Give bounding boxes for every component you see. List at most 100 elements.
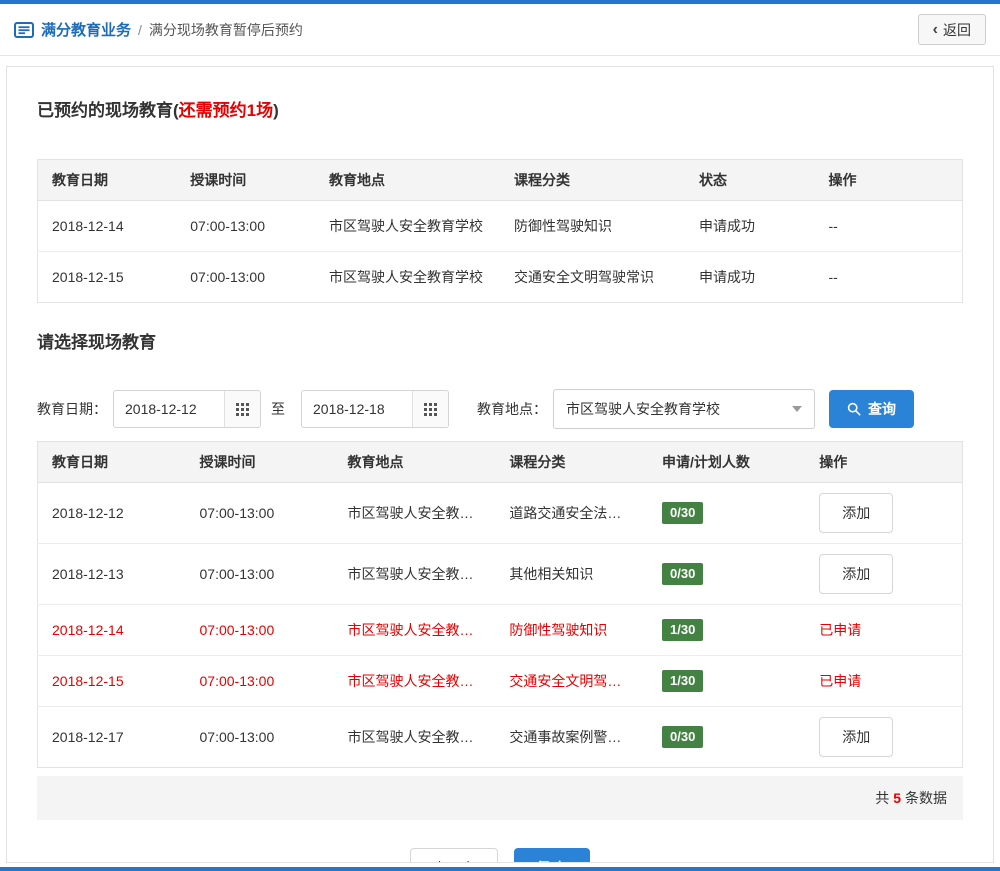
column-header-action: 操作 [814,159,963,201]
booked-education-table: 教育日期 授课时间 教育地点 课程分类 状态 操作 2018-12-14 07:… [37,159,963,303]
education-date-cell: 2018-12-15 [37,655,186,707]
save-button[interactable]: 保 存 [514,848,590,862]
date-to-input[interactable] [302,391,412,427]
summary-count: 5 [893,790,901,806]
course-category-cell: 防御性驾驶知识 [500,200,685,252]
calendar-picker-icon[interactable] [412,391,448,427]
capacity-badge: 1/30 [662,670,704,692]
capacity-cell: 0/30 [648,706,806,768]
applied-status-text: 已申请 [819,673,862,689]
course-category-cell: 其他相关知识 [495,543,648,605]
education-date-cell: 2018-12-14 [37,604,186,656]
date-from-input[interactable] [114,391,224,427]
chevron-down-icon [792,406,802,412]
column-header-status: 状态 [685,159,815,201]
course-category-cell: 交通安全文明驾驶常识 [500,251,685,303]
column-header-class-time: 授课时间 [176,159,315,201]
action-cell: 添加 [805,706,963,768]
table-header-row: 教育日期 授课时间 教育地点 课程分类 申请/计划人数 操作 [37,441,963,483]
range-separator: 至 [271,401,285,417]
add-button[interactable]: 添加 [819,554,894,594]
status-cell: 申请成功 [685,200,815,252]
capacity-cell: 0/30 [648,543,806,605]
breadcrumb: 满分教育业务 / 满分现场教育暂停后预约 [14,19,303,40]
class-time-cell: 07:00-13:00 [185,655,334,707]
header: 满分教育业务 / 满分现场教育暂停后预约 ‹ 返回 [0,4,1000,56]
applied-status-text: 已申请 [819,622,862,638]
education-date-cell: 2018-12-13 [37,543,186,605]
capacity-badge: 0/30 [662,502,704,524]
location-cell: 市区驾驶人安全教育学校 [315,200,500,252]
column-header-action: 操作 [805,441,963,483]
column-header-education-date: 教育日期 [37,159,177,201]
column-header-course-category: 课程分类 [495,441,648,483]
action-cell: -- [814,251,963,303]
capacity-badge: 1/30 [662,619,704,641]
capacity-cell: 1/30 [648,655,806,707]
search-button-label: 查询 [868,401,896,417]
location-cell: 市区驾驶人安全教育... [333,655,496,707]
location-select-value: 市区驾驶人安全教育学校 [566,401,720,417]
select-section-title: 请选择现场教育 [37,333,156,352]
breadcrumb-current: 满分现场教育暂停后预约 [148,21,303,38]
bottom-accent-bar [0,867,1000,871]
education-date-cell: 2018-12-15 [37,251,177,303]
location-select[interactable]: 市区驾驶人安全教育学校 [553,389,815,429]
calendar-picker-icon[interactable] [224,391,260,427]
breadcrumb-root-link[interactable]: 满分教育业务 [41,19,131,40]
chevron-left-icon: ‹ [932,20,938,38]
table-header-row: 教育日期 授课时间 教育地点 课程分类 状态 操作 [37,159,963,201]
course-category-cell: 道路交通安全法律法规 [495,482,648,544]
booked-title-close: ) [273,101,279,120]
education-date-cell: 2018-12-17 [37,706,186,768]
location-cell: 市区驾驶人安全教育... [333,543,496,605]
column-header-capacity: 申请/计划人数 [648,441,806,483]
summary-suffix: 条数据 [905,790,947,806]
summary-prefix: 共 [875,790,890,806]
column-header-class-time: 授课时间 [185,441,334,483]
previous-step-button[interactable]: 上一步 [410,848,499,862]
location-cell: 市区驾驶人安全教育... [333,604,496,656]
search-icon [847,402,861,416]
capacity-badge: 0/30 [662,563,704,585]
action-cell: 已申请 [805,604,963,656]
location-cell: 市区驾驶人安全教育... [333,482,496,544]
column-header-education-date: 教育日期 [37,441,186,483]
table-row: 2018-12-12 07:00-13:00 市区驾驶人安全教育... 道路交通… [37,482,963,544]
capacity-badge: 0/30 [662,726,704,748]
table-row: 2018-12-14 07:00-13:00 市区驾驶人安全教育学校 防御性驾驶… [37,200,963,252]
booked-section-title: 已预约的现场教育(还需预约1场) [37,101,963,121]
education-date-cell: 2018-12-14 [37,200,177,252]
back-button[interactable]: ‹ 返回 [917,14,986,45]
course-category-cell: 防御性驾驶知识 [495,604,648,656]
education-date-cell: 2018-12-12 [37,482,186,544]
capacity-cell: 0/30 [648,482,806,544]
table-row: 2018-12-14 07:00-13:00 市区驾驶人安全教育... 防御性驾… [37,604,963,656]
action-cell: 添加 [805,543,963,605]
add-button[interactable]: 添加 [819,493,894,533]
course-category-cell: 交通事故案例警示教育 [495,706,648,768]
form-actions: 上一步 保 存 [37,848,963,862]
table-row: 2018-12-17 07:00-13:00 市区驾驶人安全教育... 交通事故… [37,706,963,768]
location-cell: 市区驾驶人安全教育... [333,706,496,768]
action-cell: 添加 [805,482,963,544]
add-button[interactable]: 添加 [819,717,894,757]
class-time-cell: 07:00-13:00 [176,200,315,252]
capacity-cell: 1/30 [648,604,806,656]
class-time-cell: 07:00-13:00 [185,543,334,605]
action-cell: -- [814,200,963,252]
column-header-location: 教育地点 [333,441,496,483]
class-time-cell: 07:00-13:00 [176,251,315,303]
status-cell: 申请成功 [685,251,815,303]
date-from-input-group [113,390,261,428]
location-cell: 市区驾驶人安全教育学校 [315,251,500,303]
search-button[interactable]: 查询 [829,390,914,428]
breadcrumb-separator: / [138,21,142,38]
date-range-label: 教育日期： [37,401,107,417]
class-time-cell: 07:00-13:00 [185,706,334,768]
table-row: 2018-12-13 07:00-13:00 市区驾驶人安全教育... 其他相关… [37,543,963,605]
date-to-input-group [301,390,449,428]
back-button-label: 返回 [943,21,971,38]
available-education-table: 教育日期 授课时间 教育地点 课程分类 申请/计划人数 操作 2018-12-1… [37,441,963,768]
form-document-icon [14,21,34,38]
